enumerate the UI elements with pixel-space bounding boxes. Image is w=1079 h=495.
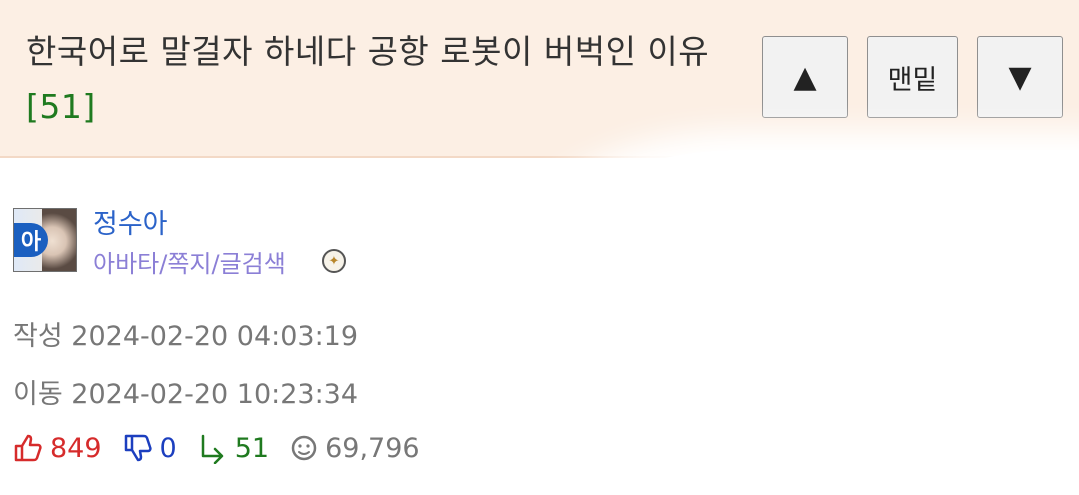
level-badge-icon: ✦: [322, 249, 346, 273]
post-title: 한국어로 말걸자 하네다 공항 로봇이 버벅인 이유 [51]: [26, 24, 716, 134]
upvote-stat[interactable]: 849: [12, 432, 102, 464]
thumbs-down-icon: [122, 432, 154, 464]
reply-count: 51: [234, 432, 270, 464]
scroll-up-button[interactable]: ▲: [762, 36, 848, 118]
reply-arrow-icon: [197, 432, 229, 464]
blurred-region: [510, 150, 1079, 495]
moved-label: 이동: [13, 379, 63, 410]
comment-count[interactable]: [51]: [26, 87, 96, 126]
reply-stat[interactable]: 51: [197, 432, 269, 464]
post-header: 한국어로 말걸자 하네다 공항 로봇이 버벅인 이유 [51] ▲ 맨밑 ▼: [0, 0, 1079, 158]
moved-time-line: 이동 2024-02-20 10:23:34: [13, 372, 358, 411]
downvote-count: 0: [159, 432, 177, 464]
down-arrow-icon: ▼: [1008, 59, 1032, 95]
bottom-label: 맨밑: [887, 64, 938, 96]
scroll-down-button[interactable]: ▼: [977, 36, 1063, 118]
moved-time: 2024-02-20 10:23:34: [71, 379, 359, 410]
thumbs-up-icon: [12, 432, 44, 464]
downvote-stat[interactable]: 0: [122, 432, 177, 464]
up-arrow-icon: ▲: [793, 59, 817, 95]
smiley-icon: [289, 433, 319, 463]
view-count: 69,796: [325, 432, 420, 464]
author-links[interactable]: 아바타/쪽지/글검색: [93, 244, 286, 279]
written-time-line: 작성 2024-02-20 04:03:19: [13, 314, 358, 353]
avatar[interactable]: 아: [13, 208, 77, 272]
post-title-text: 한국어로 말걸자 하네다 공항 로봇이 버벅인 이유: [26, 32, 710, 71]
post-stats: 849 0 51 69,796: [12, 428, 440, 468]
written-label: 작성: [13, 321, 63, 352]
upvote-count: 849: [50, 432, 102, 464]
avatar-letter: 아: [14, 223, 48, 257]
author-nickname[interactable]: 정수아: [93, 202, 168, 241]
written-time: 2024-02-20 04:03:19: [71, 321, 359, 352]
scroll-bottom-button[interactable]: 맨밑: [867, 36, 958, 118]
views-stat: 69,796: [289, 432, 420, 464]
